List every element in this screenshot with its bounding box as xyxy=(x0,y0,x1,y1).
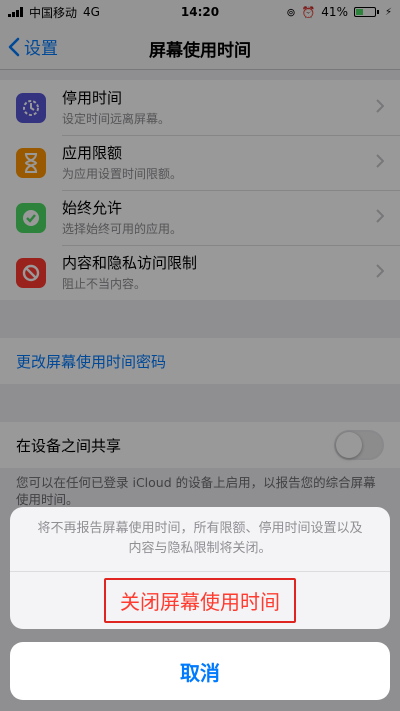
cancel-button[interactable]: 取消 xyxy=(10,642,390,700)
action-sheet-message: 将不再报告屏幕使用时间，所有限额、停用时间设置以及内容与隐私限制将关闭。 xyxy=(37,521,363,556)
turn-off-screen-time-row: 关闭屏幕使用时间 xyxy=(10,572,390,629)
turn-off-screen-time-button[interactable]: 关闭屏幕使用时间 xyxy=(104,578,296,623)
action-sheet: 将不再报告屏幕使用时间，所有限额、停用时间设置以及内容与隐私限制将关闭。 关闭屏… xyxy=(10,507,390,629)
